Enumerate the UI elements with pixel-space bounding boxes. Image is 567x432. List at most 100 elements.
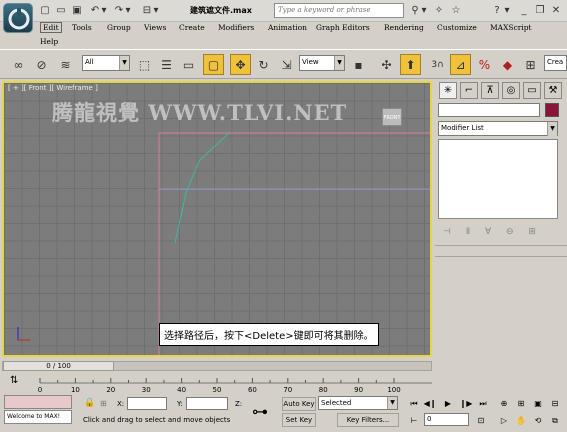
auto-key-button[interactable]: Auto Key (282, 397, 316, 411)
object-name-input[interactable] (438, 103, 540, 117)
project-dropdown-icon[interactable]: ▾ (152, 4, 160, 17)
zoom-extents-all-icon[interactable]: ⊟ (548, 397, 562, 410)
chevron-down-icon: ▼ (119, 56, 129, 70)
go-to-start-icon[interactable]: ⏮ (407, 397, 421, 410)
favorites-star-icon[interactable]: ☆ (449, 4, 463, 17)
restore-icon[interactable]: ❐ (533, 4, 547, 17)
absolute-mode-icon[interactable]: ⊞ (100, 399, 107, 408)
time-slider[interactable]: 0 / 100 (0, 360, 567, 372)
snaps-toggle-icon[interactable]: 3 ∩ (427, 54, 448, 75)
modifier-stack-list[interactable] (438, 139, 558, 219)
maximize-viewport-icon[interactable]: ⧉ (548, 414, 562, 427)
keyboard-shortcut-override-icon[interactable]: ⬆ (400, 54, 421, 75)
communication-center-icon[interactable]: ✧ (432, 4, 446, 17)
chevron-down-icon: ▼ (334, 56, 344, 70)
track-bar[interactable]: ⇅ 0 10 20 30 40 50 60 70 80 90 100 (0, 372, 432, 394)
help-icon[interactable]: ? (490, 4, 504, 17)
zoom-icon[interactable]: ⊕ (497, 397, 511, 410)
modifier-list-label: Modifier List (441, 124, 484, 132)
maxscript-mini-listener-pink[interactable] (4, 395, 72, 409)
modifier-list-dropdown[interactable]: Modifier List ▼ (438, 121, 558, 136)
spinner-snap-icon[interactable]: ◆ (497, 54, 518, 75)
undo-dropdown-icon[interactable]: ▾ (100, 4, 108, 17)
display-tab-icon[interactable]: ▭ (523, 82, 541, 99)
menu-animation[interactable]: Animation (268, 23, 307, 32)
x-label: X: (117, 400, 125, 408)
play-icon[interactable]: ▶ (441, 397, 455, 410)
menu-views[interactable]: Views (144, 23, 166, 32)
front-viewport[interactable]: [ + ][ Front ][ Wireframe ] 腾龍視覺 WWW.TLV… (2, 81, 432, 357)
key-icon[interactable]: ⊶ (252, 402, 268, 421)
bind-space-warp-icon[interactable]: ≋ (55, 54, 76, 75)
menu-customize[interactable]: Customize (437, 23, 477, 32)
curve-editor-icon[interactable]: ⇅ (10, 375, 18, 386)
new-file-icon[interactable]: ▢ (38, 4, 52, 17)
select-and-manipulate-icon[interactable]: ✣ (376, 54, 397, 75)
search-options-icon[interactable]: ▾ (420, 4, 428, 17)
named-selection-set-input[interactable]: Crea (544, 55, 567, 71)
help-dropdown-icon[interactable]: ▾ (503, 4, 511, 17)
unlink-icon[interactable]: ⊘ (31, 54, 52, 75)
select-and-scale-icon[interactable]: ⇲ (276, 54, 297, 75)
zoom-all-icon[interactable]: ⊞ (514, 397, 528, 410)
key-mode-dropdown[interactable]: Selected ▼ (318, 396, 398, 410)
zoom-extents-icon[interactable]: ▣ (531, 397, 545, 410)
create-tab-icon[interactable]: ✳ (439, 82, 457, 99)
menu-bar: Edit Tools Group Views Create Modifiers … (0, 21, 567, 49)
previous-frame-icon[interactable]: ◀❙ (423, 397, 437, 410)
current-frame-input[interactable]: 0 (424, 413, 469, 426)
percent-snap-icon[interactable]: % (474, 54, 495, 75)
menu-create[interactable]: Create (179, 23, 205, 32)
wireframe-lines (17, 132, 430, 355)
search-input[interactable]: Type a keyword or phrase (274, 3, 404, 18)
tutorial-caption: 选择路径后，按下<Delete>键即可将其删除。 (159, 323, 379, 346)
status-prompt: Click and drag to select and move object… (83, 416, 231, 424)
window-crossing-icon[interactable]: ▢ (203, 54, 224, 75)
key-mode-toggle-icon[interactable]: ⊢ (407, 414, 421, 427)
time-configuration-icon[interactable]: ⊡ (474, 414, 488, 427)
angle-snap-icon[interactable]: ⊿ (450, 54, 471, 75)
redo-dropdown-icon[interactable]: ▾ (124, 4, 132, 17)
menu-graph-editors[interactable]: Graph Editors (316, 23, 370, 32)
x-coordinate-input[interactable] (127, 397, 167, 410)
close-icon[interactable]: ✕ (549, 4, 563, 17)
time-slider-thumb[interactable]: 0 / 100 (3, 361, 114, 371)
set-key-button[interactable]: Set Key (282, 413, 316, 427)
edit-named-selection-icon[interactable]: ⊞ (520, 54, 541, 75)
modify-tab-icon[interactable]: ⌐ (460, 82, 478, 99)
pan-view-icon[interactable]: ✋ (514, 414, 528, 427)
go-to-end-icon[interactable]: ⏭ (476, 397, 490, 410)
next-frame-icon[interactable]: ❙▶ (459, 397, 473, 410)
menu-group[interactable]: Group (107, 23, 131, 32)
select-and-move-icon[interactable]: ✥ (230, 54, 251, 75)
select-by-name-icon[interactable]: ☰ (156, 54, 177, 75)
utilities-tab-icon[interactable]: ⚒ (544, 82, 562, 99)
save-icon[interactable]: ▣ (70, 4, 84, 17)
motion-tab-icon[interactable]: ◎ (502, 82, 520, 99)
command-panel: ✳ ⌐ ⊼ ◎ ▭ ⚒ Modifier List ▼ ⊣ Ⅱ ∀ ⊖ ⊞ (435, 80, 567, 360)
menu-maxscript[interactable]: MAXScript (490, 23, 532, 32)
select-and-link-icon[interactable]: ∞ (8, 54, 29, 75)
menu-rendering[interactable]: Rendering (384, 23, 424, 32)
lock-icon[interactable]: 🔒 (84, 398, 95, 408)
y-coordinate-input[interactable] (186, 397, 228, 410)
rectangular-selection-icon[interactable]: ▭ (178, 54, 199, 75)
menu-tools[interactable]: Tools (72, 23, 92, 32)
selection-filter-dropdown[interactable]: All ▼ (82, 55, 130, 71)
open-folder-icon[interactable]: ▭ (54, 4, 68, 17)
pivot-center-icon[interactable]: ▪ (348, 54, 369, 75)
field-of-view-icon[interactable]: ▷ (497, 414, 511, 427)
object-color-swatch[interactable] (545, 103, 559, 117)
select-object-icon[interactable]: ⬚ (134, 54, 155, 75)
menu-edit[interactable]: Edit (40, 22, 62, 33)
key-filters-button[interactable]: Key Filters... (337, 413, 399, 427)
maxscript-mini-listener[interactable]: Welcome to MAX! (4, 410, 72, 424)
reference-coord-dropdown[interactable]: View ▼ (299, 55, 345, 71)
menu-modifiers[interactable]: Modifiers (218, 23, 254, 32)
hierarchy-tab-icon[interactable]: ⊼ (481, 82, 499, 99)
arc-rotate-icon[interactable]: ⟲ (531, 414, 545, 427)
menu-help[interactable]: Help (40, 37, 58, 46)
stack-tools[interactable]: ⊣ Ⅱ ∀ ⊖ ⊞ (443, 227, 542, 237)
minimize-icon[interactable]: _ (517, 4, 531, 17)
select-and-rotate-icon[interactable]: ↻ (253, 54, 274, 75)
